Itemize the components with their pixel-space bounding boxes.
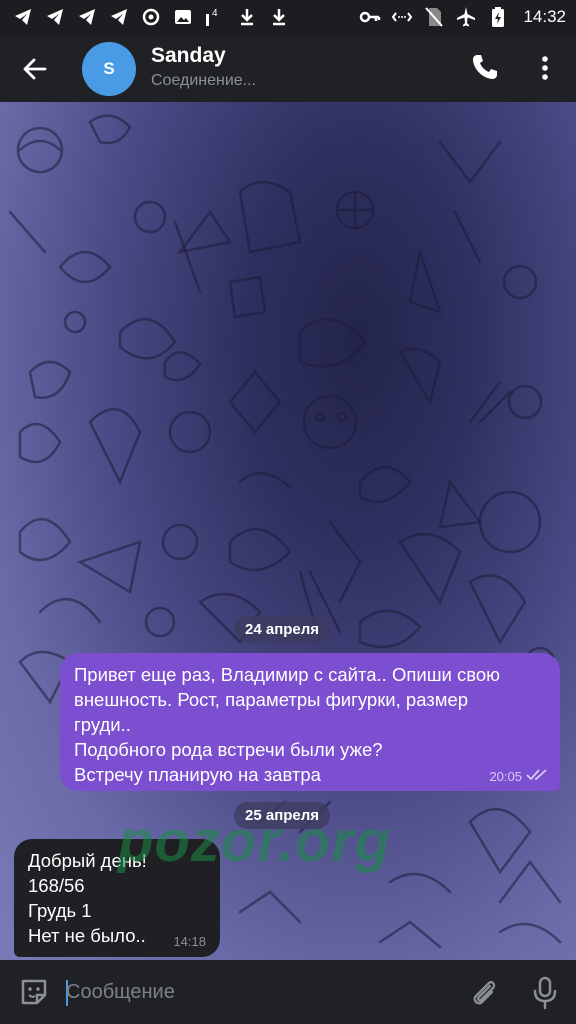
download-icon [236,6,258,28]
message-text: Привет еще раз, Владимир с сайта.. Опиши… [74,662,500,787]
microphone-icon[interactable] [532,976,558,1010]
telegram-icon [44,6,66,28]
date-separator: 24 апреля [234,616,331,643]
chat-title[interactable]: Sanday [151,44,226,68]
message-input[interactable]: Сообщение [66,981,175,1004]
telegram-icon [12,6,34,28]
phone-icon[interactable] [470,52,500,82]
message-line: Нет не было.. [28,925,146,946]
back-arrow-icon[interactable] [20,54,50,84]
message-line: груди.. [74,714,131,735]
no-sim-icon [423,6,445,28]
message-line: Встречу планирую на завтра [74,764,321,785]
status-bar-left: 4 [12,4,290,30]
double-check-icon [526,768,548,785]
signal-icon: 4 [204,6,226,28]
message-line: Подобного рода встречи были уже? [74,739,383,760]
chat-status: Соединение... [151,72,257,89]
message-line: Грудь 1 [28,900,92,921]
chat-area[interactable]: 24 апреля Привет еще раз, Владимир с сай… [0,102,576,960]
status-bar-right: 14:32 [359,4,566,30]
telegram-icon [108,6,130,28]
message-time: 14:18 [173,934,206,949]
telegram-icon [76,6,98,28]
key-icon [359,6,381,28]
data-transfer-icon [391,6,413,28]
status-time: 14:32 [523,7,566,26]
sync-icon [140,6,162,28]
message-input-bar: Сообщение [0,960,576,1024]
message-meta: 20:05 [489,768,548,785]
status-bar: 4 14:32 [0,0,576,34]
battery-charging-icon [487,6,509,28]
image-icon [172,6,194,28]
outgoing-message[interactable]: Привет еще раз, Владимир с сайта.. Опиши… [60,653,560,791]
chat-header: S Sanday Соединение... [0,34,576,102]
download-icon [268,6,290,28]
airplane-icon [455,6,477,28]
more-vertical-icon[interactable] [534,52,556,84]
message-line: 168/56 [28,875,85,896]
message-line: внешность. Рост, параметры фигурки, разм… [74,689,469,710]
message-line: Привет еще раз, Владимир с сайта.. Опиши… [74,664,501,685]
avatar[interactable]: S [82,42,136,96]
sticker-icon[interactable] [18,976,50,1008]
watermark: pozor.org [118,809,392,874]
svg-text:4: 4 [212,8,218,19]
paperclip-icon[interactable] [468,977,500,1009]
message-time: 20:05 [489,769,522,784]
